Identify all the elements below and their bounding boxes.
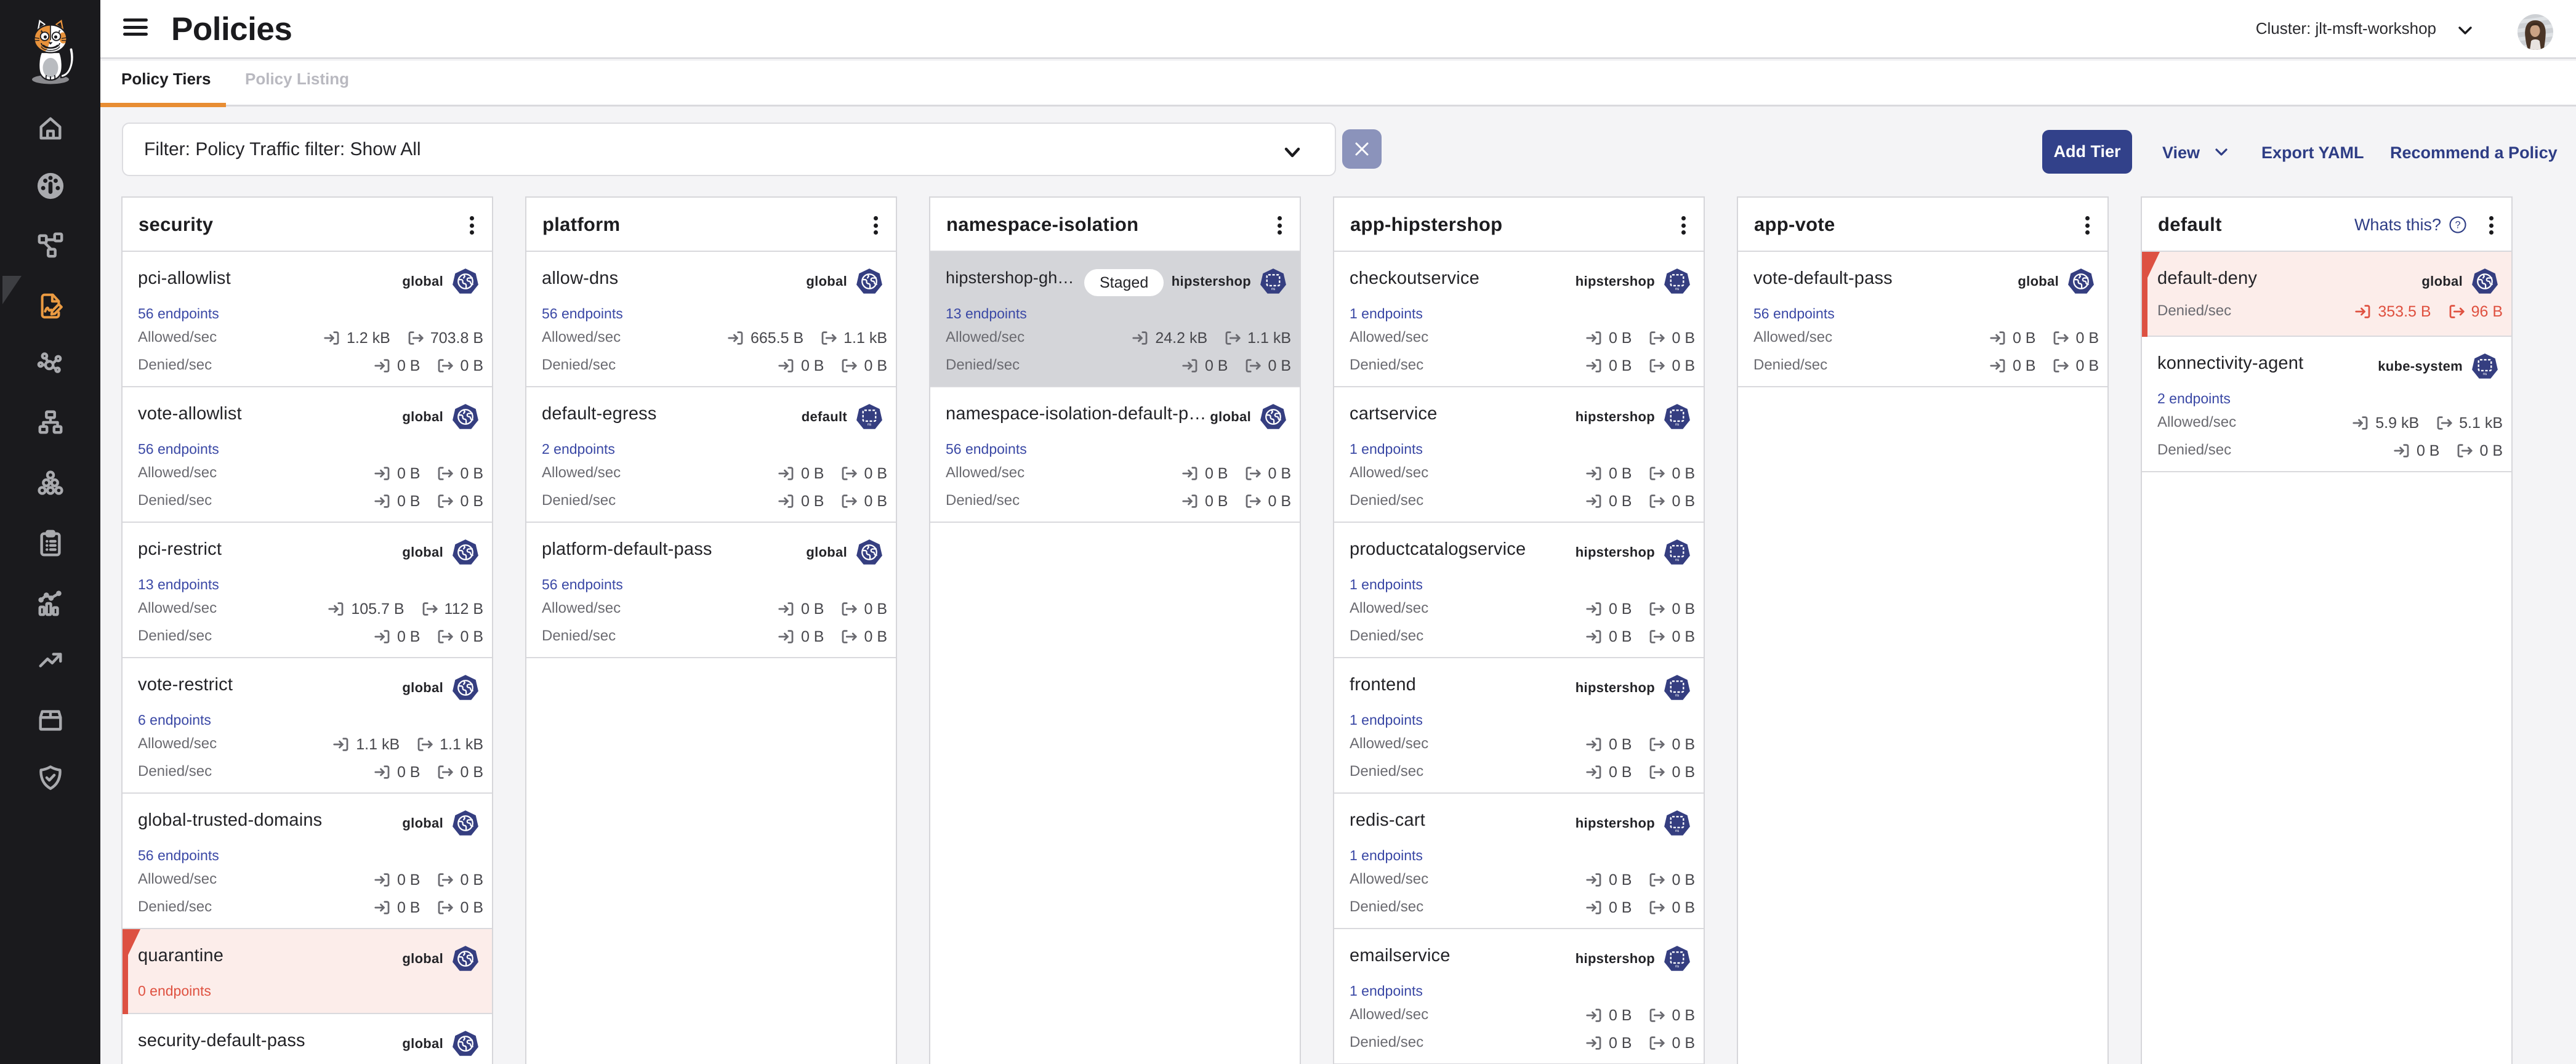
svg-text:?: ? <box>2455 219 2460 231</box>
